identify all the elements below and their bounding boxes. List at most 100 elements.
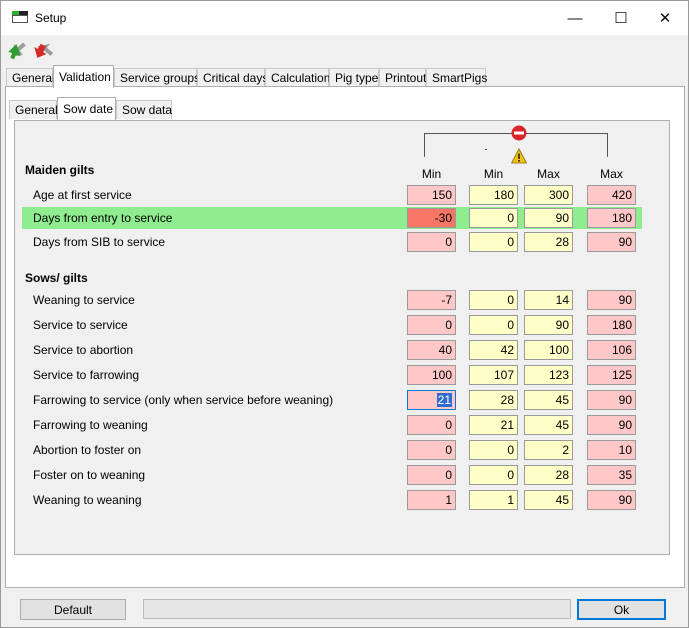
max-hard-field[interactable]: 10 [587,440,636,460]
tab-service-groups[interactable]: Service groups [114,68,200,87]
row-label: Abortion to foster on [33,443,142,457]
tab-pig-type[interactable]: Pig type [329,68,379,87]
section-maiden-gilts: Maiden gilts [25,163,95,177]
row-label: Weaning to service [33,293,135,307]
max-soft-field[interactable]: 14 [524,290,573,310]
max-soft-field[interactable]: 28 [524,465,573,485]
app-icon [12,11,28,23]
min-soft-field[interactable]: 28 [469,390,518,410]
min-hard-field[interactable]: 0 [407,465,456,485]
tab-smartpigs[interactable]: SmartPigs [426,68,487,87]
col-header-min-hard: Min [421,167,442,181]
max-hard-field[interactable]: 90 [587,290,636,310]
row-service-to-abortion: Service to abortion 40 42 100 106 [22,339,642,361]
tab-critical-days[interactable]: Critical days [197,68,268,87]
subtab-sow-data[interactable]: Sow data [116,100,172,119]
subtab-general[interactable]: General [9,100,58,119]
minimize-button[interactable]: — [552,1,598,35]
min-hard-field[interactable]: 1 [407,490,456,510]
max-hard-field[interactable]: 420 [587,185,636,205]
max-soft-field[interactable]: 100 [524,340,573,360]
col-header-max-hard: Max [600,167,623,181]
max-soft-field[interactable]: 90 [524,315,573,335]
min-hard-field[interactable]: 150 [407,185,456,205]
row-label: Days from entry to service [33,211,173,225]
row-label: Foster on to weaning [33,468,146,482]
min-hard-field-focused[interactable]: 21 [407,390,456,410]
close-button[interactable]: ✕ [642,1,688,35]
min-hard-field[interactable]: 0 [407,440,456,460]
max-hard-field[interactable]: 90 [587,490,636,510]
row-farrowing-to-weaning: Farrowing to weaning 0 21 45 90 [22,414,642,436]
row-label: Service to farrowing [33,368,140,382]
min-soft-field[interactable]: 1 [469,490,518,510]
min-hard-field[interactable]: 100 [407,365,456,385]
green-refresh-icon[interactable] [7,38,31,62]
max-hard-field[interactable]: 90 [587,415,636,435]
selected-text: 21 [436,393,452,407]
max-hard-field[interactable]: 125 [587,365,636,385]
max-hard-field[interactable]: 180 [587,315,636,335]
status-progress-bar [143,599,571,619]
min-hard-field[interactable]: 40 [407,340,456,360]
setup-window: Setup — ☐ ✕ General Validation Service g… [0,0,689,628]
min-hard-field[interactable]: 0 [407,315,456,335]
subtab-sow-date[interactable]: Sow date [57,97,116,120]
validation-panel: General Sow date Sow data Min Min Max Ma… [5,86,685,588]
default-button[interactable]: Default [20,599,126,620]
max-soft-field[interactable]: 123 [524,365,573,385]
title-bar: Setup — ☐ ✕ [1,1,688,35]
row-days-from-entry-to-service: Days from entry to service -30 0 90 180 [22,207,642,229]
row-weaning-to-service: Weaning to service -7 0 14 90 [22,289,642,311]
max-hard-field[interactable]: 106 [587,340,636,360]
row-label: Farrowing to weaning [33,418,148,432]
min-soft-field[interactable]: 180 [469,185,518,205]
row-label: Service to service [33,318,128,332]
warning-icon [510,148,528,164]
max-soft-field[interactable]: 2 [524,440,573,460]
min-soft-field[interactable]: 42 [469,340,518,360]
min-soft-field[interactable]: 0 [469,208,518,228]
min-soft-field[interactable]: 21 [469,415,518,435]
row-label: Weaning to weaning [33,493,142,507]
tab-validation[interactable]: Validation [53,65,114,88]
tab-calculation[interactable]: Calculation [265,68,330,87]
max-soft-field[interactable]: 45 [524,415,573,435]
max-hard-field[interactable]: 90 [587,232,636,252]
row-weaning-to-weaning: Weaning to weaning 1 1 45 90 [22,489,642,511]
min-hard-field[interactable]: -7 [407,290,456,310]
min-soft-field[interactable]: 0 [469,232,518,252]
max-soft-field[interactable]: 45 [524,490,573,510]
row-label: Days from SIB to service [33,235,166,249]
min-soft-field[interactable]: 0 [469,290,518,310]
toolbar [1,35,688,65]
min-soft-field[interactable]: 0 [469,440,518,460]
row-label: Service to abortion [33,343,134,357]
row-service-to-farrowing: Service to farrowing 100 107 123 125 [22,364,642,386]
min-hard-field[interactable]: 0 [407,415,456,435]
tab-printout[interactable]: Printout [379,68,426,87]
min-hard-field[interactable]: -30 [407,208,456,228]
max-hard-field[interactable]: 90 [587,390,636,410]
min-hard-field[interactable]: 0 [407,232,456,252]
max-soft-field[interactable]: 28 [524,232,573,252]
min-soft-field[interactable]: 0 [469,315,518,335]
maximize-button[interactable]: ☐ [598,1,644,35]
row-farrowing-to-service: Farrowing to service (only when service … [22,389,642,411]
tab-general[interactable]: General [6,68,55,87]
max-soft-field[interactable]: 45 [524,390,573,410]
max-soft-field[interactable]: 300 [524,185,573,205]
bottom-bar: Default Ok [1,589,688,627]
max-soft-field[interactable]: 90 [524,208,573,228]
min-soft-field[interactable]: 107 [469,365,518,385]
max-hard-field[interactable]: 180 [587,208,636,228]
red-arrows-icon[interactable] [33,38,57,62]
max-hard-field[interactable]: 35 [587,465,636,485]
min-soft-field[interactable]: 0 [469,465,518,485]
row-foster-on-to-weaning: Foster on to weaning 0 0 28 35 [22,464,642,486]
row-abortion-to-foster-on: Abortion to foster on 0 0 2 10 [22,439,642,461]
ok-button[interactable]: Ok [577,599,666,620]
row-service-to-service: Service to service 0 0 90 180 [22,314,642,336]
col-header-max-soft: Max [537,167,560,181]
spacer [485,149,487,150]
